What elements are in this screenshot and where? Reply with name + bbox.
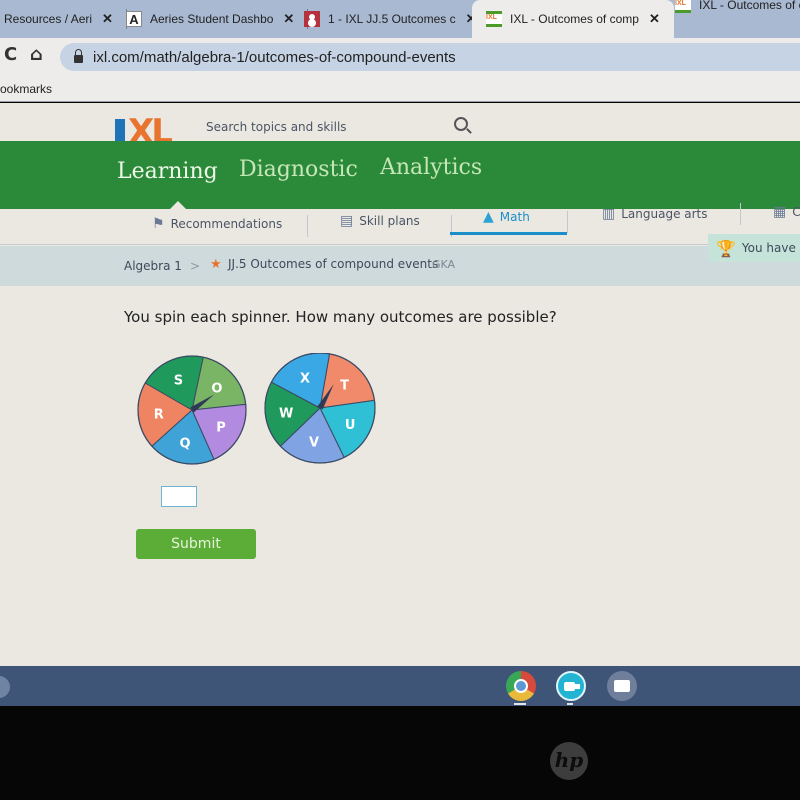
active-tab-caret <box>170 201 186 209</box>
classroom-icon <box>304 11 320 27</box>
star-icon: ★ <box>210 257 222 272</box>
browser-toolbar: C ⌂ ixl.com/math/algebra-1/outcomes-of-c… <box>0 38 800 74</box>
url-text: ixl.com/math/algebra-1/outcomes-of-compo… <box>93 48 456 66</box>
bookmarks-bar: ookmarks <box>0 74 800 102</box>
spinner-label: O <box>211 382 222 397</box>
spinner-label: P <box>216 421 226 436</box>
active-subnav-underline <box>450 232 567 235</box>
os-shelf <box>0 666 800 706</box>
subnav-more[interactable]: ▦ C <box>773 197 800 227</box>
divider <box>740 203 741 225</box>
browser-tab-classroom[interactable]: 1 - IXL JJ.5 Outcomes c ✕ <box>304 4 477 34</box>
breadcrumb-course[interactable]: Algebra 1 <box>124 259 182 273</box>
lock-icon <box>74 49 83 63</box>
running-indicator <box>567 703 573 705</box>
subnav-label: Recommendations <box>170 217 283 231</box>
subnav-skill-plans[interactable]: ▤ Skill plans <box>340 206 420 236</box>
award-banner[interactable]: 🏆 You have <box>708 234 800 262</box>
subnav-language-arts[interactable]: ▥ Language arts <box>602 199 708 229</box>
award-text: You have <box>741 241 796 255</box>
reload-icon[interactable]: C <box>4 44 17 65</box>
home-icon[interactable]: ⌂ <box>30 44 43 65</box>
chrome-icon[interactable] <box>506 671 536 701</box>
browser-tab-strip: Resources / Aeri ✕ A Aeries Student Dash… <box>0 0 800 38</box>
bookmarks-label[interactable]: ookmarks <box>0 82 52 96</box>
search-input[interactable]: Search topics and skills <box>202 113 474 143</box>
spinner-label: W <box>279 407 293 422</box>
breadcrumb: Algebra 1 > ★ JJ.5 Outcomes of compound … <box>0 246 800 286</box>
answer-input[interactable] <box>161 486 197 507</box>
browser-tab-ixl-active[interactable]: IXL - Outcomes of comp ✕ <box>472 0 674 38</box>
tab-analytics[interactable]: Analytics <box>380 155 482 180</box>
tab-learning[interactable]: Learning <box>117 159 218 184</box>
camera-icon[interactable] <box>607 671 637 701</box>
spinners-figure: O P Q R S T U V W X <box>137 353 376 465</box>
tab-diagnostic[interactable]: Diagnostic <box>239 157 358 182</box>
ixl-icon <box>675 0 691 13</box>
tab-title: Resources / Aeri <box>4 12 93 26</box>
spinner-label: S <box>174 373 183 388</box>
close-icon[interactable]: ✕ <box>283 11 294 27</box>
subnav-label: Skill plans <box>359 214 420 228</box>
launcher-icon[interactable] <box>0 676 10 698</box>
breadcrumb-skill: JJ.5 Outcomes of compound events <box>228 257 439 271</box>
tab-title: Aeries Student Dashbo <box>150 12 274 26</box>
close-icon[interactable]: ✕ <box>102 11 113 27</box>
subnav-math[interactable]: ▲ Math <box>483 202 530 232</box>
book-icon: ▥ <box>602 206 616 222</box>
subnav-recommendations[interactable]: ⚑ Recommendations <box>152 209 282 239</box>
spinner-label: V <box>309 436 319 451</box>
spinner-label: T <box>340 378 349 393</box>
subnav-label: Language arts <box>621 207 708 221</box>
hp-logo: hp <box>550 742 588 780</box>
signpost-icon: ⚑ <box>152 216 165 232</box>
breadcrumb-separator: > <box>190 259 201 273</box>
browser-tab-aeries[interactable]: A Aeries Student Dashbo ✕ <box>126 4 309 34</box>
divider <box>567 211 568 233</box>
spinner-1: O P Q R S <box>137 355 247 465</box>
ixl-icon <box>486 11 502 27</box>
running-indicator <box>514 703 526 705</box>
divider <box>307 215 308 237</box>
skill-code: GKA <box>432 258 456 271</box>
skill-plans-icon: ▤ <box>340 213 354 229</box>
subnav-label: C <box>792 205 800 219</box>
question-prompt: You spin each spinner. How many outcomes… <box>124 308 557 326</box>
aeries-icon: A <box>126 11 142 27</box>
spinner-label: X <box>300 371 310 386</box>
ixl-page: XL Search topics and skills Learning Dia… <box>0 103 800 666</box>
clipboard-icon: ▦ <box>773 204 787 220</box>
trophy-icon: 🏆 <box>716 238 736 258</box>
search-icon[interactable] <box>454 117 468 131</box>
browser-tab-ixl-2[interactable]: IXL - Outcomes of c <box>675 0 800 20</box>
laptop-bezel: hp <box>0 706 800 800</box>
search-placeholder: Search topics and skills <box>206 120 347 134</box>
close-icon[interactable]: ✕ <box>649 11 660 27</box>
subnav-label: Math <box>499 210 530 224</box>
pyramid-icon: ▲ <box>483 209 494 225</box>
spinner-2: T U V W X <box>264 353 376 464</box>
submit-button[interactable]: Submit <box>136 529 256 559</box>
spinner-label: U <box>345 418 356 433</box>
browser-tab-resources[interactable]: Resources / Aeri ✕ <box>4 4 127 34</box>
tab-title: IXL - Outcomes of comp <box>510 12 639 26</box>
tab-title: 1 - IXL JJ.5 Outcomes c <box>328 12 456 26</box>
spinner-label: R <box>154 407 164 422</box>
video-call-icon[interactable] <box>556 671 586 701</box>
address-bar[interactable]: ixl.com/math/algebra-1/outcomes-of-compo… <box>60 43 800 71</box>
spinner-label: Q <box>180 437 191 452</box>
tab-title: IXL - Outcomes of c <box>699 0 800 12</box>
